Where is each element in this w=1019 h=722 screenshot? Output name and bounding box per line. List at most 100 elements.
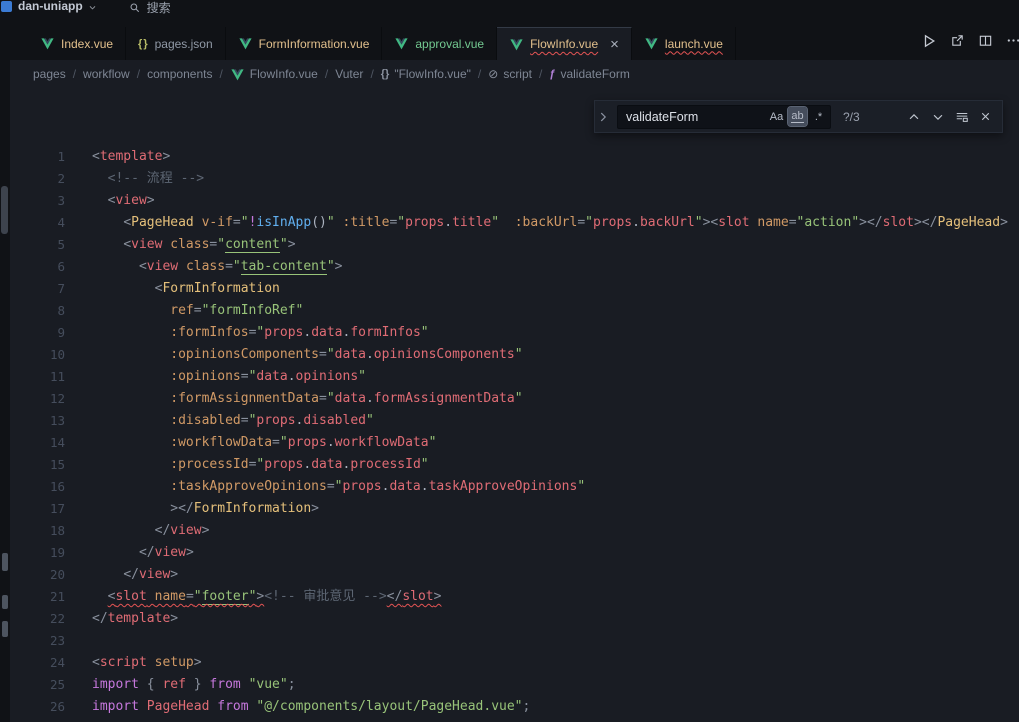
code-line[interactable]: 21 <slot name="footer"><!-- 审批意见 --></sl… — [10, 586, 1019, 608]
search-icon — [129, 2, 141, 14]
code-line[interactable]: 15 :processId="props.data.processId" — [10, 454, 1019, 476]
project-name: dan-uniapp — [18, 0, 83, 13]
breadcrumb: pages/workflow/components/FlowInfo.vue/V… — [10, 60, 1019, 88]
code-line-text: <PageHead v-if="!isInApp()" :title="prop… — [65, 212, 1008, 234]
app-icon[interactable] — [1, 1, 12, 12]
vue-icon — [509, 37, 524, 52]
code-line-text: </view> — [65, 542, 194, 564]
run-icon — [921, 33, 937, 54]
line-number: 17 — [10, 498, 65, 520]
close-icon[interactable]: × — [610, 37, 619, 52]
code-line-text: :workflowData="props.workflowData" — [65, 432, 436, 454]
find-input[interactable]: validateForm Aaab.* — [617, 105, 831, 129]
code-line[interactable]: 8 ref="formInfoRef" — [10, 300, 1019, 322]
breadcrumb-separator: / — [73, 67, 76, 81]
activity-icon-fragment[interactable] — [2, 595, 8, 609]
previous-match-button[interactable] — [903, 106, 924, 127]
code-line[interactable]: 25import { ref } from "vue"; — [10, 674, 1019, 696]
tab-approval.vue[interactable]: approval.vue — [382, 27, 497, 60]
code-line[interactable]: 10 :opinionsComponents="data.opinionsCom… — [10, 344, 1019, 366]
code-line[interactable]: 5 <view class="content"> — [10, 234, 1019, 256]
breadcrumb-item-pages[interactable]: pages — [33, 67, 66, 81]
code-line[interactable]: 14 :workflowData="props.workflowData" — [10, 432, 1019, 454]
code-line[interactable]: 13 :disabled="props.disabled" — [10, 410, 1019, 432]
breadcrumb-item-Vuter[interactable]: Vuter — [335, 67, 363, 81]
tab-label: FlowInfo.vue — [530, 37, 598, 51]
breadcrumb-item-FlowInfo.vue[interactable]: {} "FlowInfo.vue" — [381, 67, 471, 81]
next-match-button[interactable] — [927, 106, 948, 127]
symbol-script-icon: ⊘ — [488, 67, 498, 81]
breadcrumb-item-script[interactable]: ⊘script — [488, 67, 532, 81]
code-line[interactable]: 26import PageHead from "@/components/lay… — [10, 696, 1019, 718]
breadcrumb-item-validateForm[interactable]: ƒvalidateForm — [549, 67, 629, 81]
code-line-text: <view class="content"> — [65, 234, 296, 256]
find-results-count: ?/3 — [843, 110, 873, 124]
split-editor-icon — [978, 33, 993, 53]
code-line[interactable]: 3 <view> — [10, 190, 1019, 212]
whole-word-toggle[interactable]: ab — [788, 107, 807, 126]
code-line[interactable]: 2 <!-- 流程 --> — [10, 168, 1019, 190]
code-line[interactable]: 19 </view> — [10, 542, 1019, 564]
find-in-selection-button[interactable] — [951, 106, 972, 127]
code-line-text: import { ref } from "vue"; — [65, 674, 296, 696]
code-line-text: import PageHead from "@/components/layou… — [65, 696, 530, 718]
project-menu[interactable]: dan-uniapp — [18, 0, 97, 13]
line-number: 9 — [10, 322, 65, 344]
code-line[interactable]: 9 :formInfos="props.data.formInfos" — [10, 322, 1019, 344]
breadcrumb-label: pages — [33, 67, 66, 81]
code-line-text: :formAssignmentData="data.formAssignment… — [65, 388, 523, 410]
line-number: 8 — [10, 300, 65, 322]
code-line[interactable]: 4 <PageHead v-if="!isInApp()" :title="pr… — [10, 212, 1019, 234]
breadcrumb-separator: / — [478, 67, 481, 81]
close-find-button[interactable] — [975, 106, 996, 127]
line-number: 13 — [10, 410, 65, 432]
code-line[interactable]: 18 </view> — [10, 520, 1019, 542]
vue-icon — [238, 36, 253, 51]
tab-label: FormInformation.vue — [259, 37, 370, 51]
more-actions-button[interactable] — [1001, 31, 1019, 55]
tab-FlowInfo.vue[interactable]: FlowInfo.vue × — [497, 27, 632, 60]
activity-icon-fragment[interactable] — [2, 621, 8, 637]
code-line[interactable]: 6 <view class="tab-content"> — [10, 256, 1019, 278]
tab-Index.vue[interactable]: Index.vue — [28, 27, 126, 60]
tab-FormInformation.vue[interactable]: FormInformation.vue — [226, 27, 383, 60]
breadcrumb-label: validateForm — [560, 67, 629, 81]
activity-icon-fragment[interactable] — [2, 553, 8, 571]
breadcrumb-item-FlowInfo.vue[interactable]: FlowInfo.vue — [230, 67, 318, 82]
code-line-text: :opinionsComponents="data.opinionsCompon… — [65, 344, 523, 366]
code-line-text: <template> — [65, 146, 170, 168]
code-line[interactable]: 16 :taskApproveOpinions="props.data.task… — [10, 476, 1019, 498]
code-line[interactable]: 22</template> — [10, 608, 1019, 630]
code-line[interactable]: 7 <FormInformation — [10, 278, 1019, 300]
line-number: 10 — [10, 344, 65, 366]
symbol-object-icon: {} — [381, 68, 390, 80]
code-line[interactable]: 12 :formAssignmentData="data.formAssignm… — [10, 388, 1019, 410]
open-preview-icon — [950, 33, 965, 53]
toggle-replace-button[interactable] — [595, 101, 611, 132]
code-line[interactable]: 20 </view> — [10, 564, 1019, 586]
breadcrumb-label: Vuter — [335, 67, 363, 81]
chevron-down-icon — [931, 110, 945, 124]
code-line[interactable]: 11 :opinions="data.opinions" — [10, 366, 1019, 388]
breadcrumb-item-workflow[interactable]: workflow — [83, 67, 130, 81]
tab-pages.json[interactable]: {}pages.json — [126, 27, 226, 60]
line-number: 6 — [10, 256, 65, 278]
code-line[interactable]: 23 — [10, 630, 1019, 652]
titlebar-search[interactable]: 搜索 — [129, 0, 171, 14]
breadcrumb-item-components[interactable]: components — [147, 67, 212, 81]
breadcrumb-label: "FlowInfo.vue" — [394, 67, 471, 81]
tab-launch.vue[interactable]: launch.vue — [632, 27, 736, 60]
editor[interactable]: 1<template>2 <!-- 流程 -->3 <view>4 <PageH… — [10, 88, 1019, 722]
chevron-right-icon — [596, 110, 610, 124]
breadcrumb-label: components — [147, 67, 212, 81]
split-editor-button[interactable] — [973, 31, 997, 55]
breadcrumb-separator: / — [137, 67, 140, 81]
run-button[interactable] — [917, 31, 941, 55]
code-line[interactable]: 1<template> — [10, 146, 1019, 168]
open-preview-button[interactable] — [945, 31, 969, 55]
match-case-toggle[interactable]: Aa — [767, 107, 786, 126]
code-line-text: <view> — [65, 190, 155, 212]
code-line[interactable]: 24<script setup> — [10, 652, 1019, 674]
code-line[interactable]: 17 ></FormInformation> — [10, 498, 1019, 520]
regex-toggle[interactable]: .* — [809, 107, 828, 126]
